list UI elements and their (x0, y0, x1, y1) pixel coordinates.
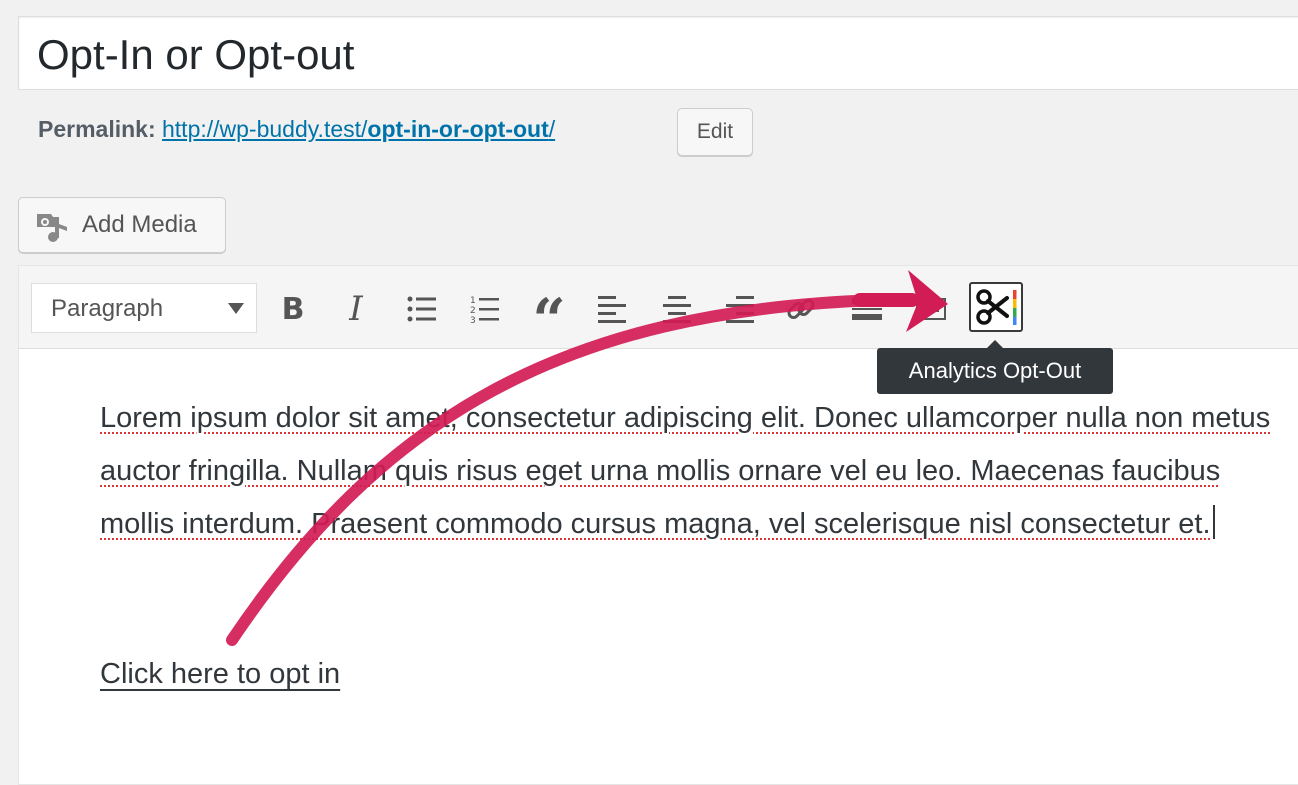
align-center-button[interactable] (655, 287, 699, 331)
editor-content[interactable]: Lorem ipsum dolor sit amet, consectetur … (100, 392, 1280, 551)
permalink-slug: opt-in-or-opt-out (367, 116, 549, 142)
bold-icon: B (281, 291, 305, 327)
text-cursor (1212, 505, 1215, 539)
permalink-base: http://wp-buddy.test/ (162, 116, 368, 142)
chevron-down-icon (228, 303, 244, 314)
analytics-opt-out-button[interactable] (969, 282, 1023, 332)
media-icon (35, 210, 69, 249)
add-media-button[interactable]: Add Media (18, 197, 226, 253)
permalink-end: / (548, 116, 556, 142)
numbered-list-button[interactable]: 1 2 3 (463, 287, 507, 331)
permalink-link[interactable]: http://wp-buddy.test/opt-in-or-opt-out/ (162, 116, 555, 142)
insert-link-button[interactable] (779, 287, 823, 331)
svg-text:1: 1 (470, 296, 476, 306)
italic-icon: I (349, 289, 363, 329)
keyboard-icon (916, 298, 946, 320)
permalink-row: Permalink: http://wp-buddy.test/opt-in-o… (38, 116, 555, 143)
bulleted-list-button[interactable] (400, 287, 444, 331)
read-more-button[interactable] (845, 287, 889, 331)
editor-toolbar: Paragraph B I 1 2 3 “ (19, 266, 1298, 349)
scissors-icon (976, 289, 1017, 325)
bold-button[interactable]: B (271, 287, 315, 331)
content-paragraph: Lorem ipsum dolor sit amet, consectetur … (100, 402, 1271, 540)
post-title: Opt-In or Opt-out (37, 31, 355, 78)
align-left-button[interactable] (591, 287, 635, 331)
format-select[interactable]: Paragraph (31, 283, 257, 333)
link-icon (787, 299, 815, 319)
numbered-list-icon: 1 2 3 (470, 296, 499, 324)
italic-button[interactable]: I (334, 287, 378, 331)
quote-icon: “ (532, 286, 566, 354)
align-left-icon (598, 296, 626, 323)
svg-text:2: 2 (470, 306, 476, 316)
analytics-opt-out-tooltip: Analytics Opt-Out (877, 340, 1113, 394)
blockquote-button[interactable]: “ (527, 287, 571, 349)
toolbar-toggle-button[interactable] (909, 287, 953, 331)
align-right-icon (726, 296, 754, 323)
format-select-value: Paragraph (51, 295, 164, 322)
edit-permalink-button[interactable]: Edit (677, 108, 753, 156)
bulleted-list-icon (407, 296, 436, 322)
permalink-label: Permalink: (38, 116, 156, 142)
align-center-icon (663, 296, 691, 323)
post-title-input[interactable]: Opt-In or Opt-out (18, 16, 1298, 90)
add-media-label: Add Media (82, 211, 197, 238)
svg-text:3: 3 (470, 316, 476, 324)
align-right-button[interactable] (719, 287, 763, 331)
opt-in-link[interactable]: Click here to opt in (100, 658, 340, 691)
read-more-icon (852, 298, 882, 320)
